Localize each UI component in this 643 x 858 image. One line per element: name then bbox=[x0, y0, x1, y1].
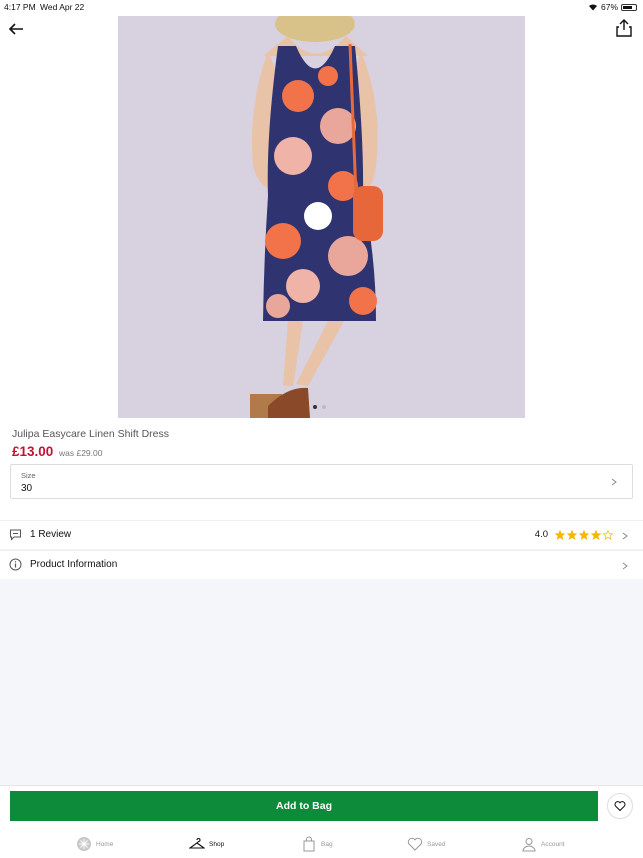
product-price: £13.00 bbox=[12, 444, 54, 459]
bottom-bar: Add to Bag Home Shop Bag Saved Account bbox=[0, 785, 643, 858]
tab-shop[interactable]: Shop bbox=[189, 836, 224, 852]
product-info-panel: Julipa Easycare Linen Shift Dress £13.00… bbox=[0, 418, 643, 526]
tab-saved-label: Saved bbox=[427, 840, 446, 848]
tab-home-label: Home bbox=[96, 840, 114, 848]
tab-saved[interactable]: Saved bbox=[407, 836, 445, 852]
size-value: 30 bbox=[21, 483, 33, 494]
rating-summary: 4.0 bbox=[535, 529, 613, 540]
pagination-dot[interactable] bbox=[322, 405, 326, 409]
share-icon[interactable] bbox=[615, 18, 633, 38]
bag-icon bbox=[303, 836, 315, 852]
battery-percent: 67% bbox=[600, 2, 618, 12]
pagination-dot[interactable] bbox=[313, 405, 317, 409]
tab-account[interactable]: Account bbox=[521, 836, 565, 852]
info-icon bbox=[9, 558, 22, 571]
star-filled-icon bbox=[579, 529, 589, 540]
tab-shop-label: Shop bbox=[209, 840, 225, 848]
tab-bag-label: Bag bbox=[321, 840, 333, 848]
image-pagination[interactable] bbox=[313, 405, 326, 409]
status-bar: 4:17 PM Wed Apr 22 67% bbox=[0, 0, 643, 14]
product-gallery bbox=[0, 14, 643, 418]
chevron-right-icon bbox=[611, 478, 617, 486]
tab-bag[interactable]: Bag bbox=[301, 836, 333, 852]
rating-value: 4.0 bbox=[534, 529, 548, 540]
star-filled-icon bbox=[555, 529, 565, 540]
chevron-right-icon bbox=[622, 532, 628, 540]
size-selector[interactable]: Size 30 bbox=[10, 464, 633, 499]
star-filled-icon bbox=[567, 529, 577, 540]
save-favourite-button[interactable] bbox=[607, 793, 633, 819]
product-information-row[interactable]: Product Information bbox=[0, 550, 643, 579]
home-icon bbox=[77, 837, 91, 851]
heart-icon bbox=[407, 837, 423, 851]
star-filled-icon bbox=[591, 529, 601, 540]
heart-icon bbox=[614, 801, 626, 812]
add-to-bag-button[interactable]: Add to Bag bbox=[10, 791, 598, 821]
product-title: Julipa Easycare Linen Shift Dress bbox=[12, 428, 169, 440]
tab-account-label: Account bbox=[541, 840, 565, 848]
star-empty-icon bbox=[603, 529, 613, 540]
comment-icon bbox=[10, 529, 21, 541]
wifi-icon bbox=[588, 4, 597, 11]
reviews-label: 1 Review bbox=[30, 529, 72, 540]
reviews-row[interactable]: 1 Review 4.0 bbox=[0, 520, 643, 549]
status-time: 4:17 PM bbox=[4, 2, 36, 12]
tab-home[interactable]: Home bbox=[76, 836, 113, 852]
hanger-icon bbox=[189, 837, 205, 849]
chevron-right-icon bbox=[622, 562, 628, 570]
product-information-label: Product Information bbox=[30, 559, 118, 570]
battery-icon bbox=[621, 3, 637, 11]
status-date: Wed Apr 22 bbox=[40, 2, 85, 12]
size-label: Size bbox=[21, 471, 36, 480]
back-arrow-icon[interactable] bbox=[6, 19, 26, 39]
star-rating bbox=[555, 529, 613, 540]
status-right: 67% bbox=[588, 2, 637, 12]
product-was-price: was £29.00 bbox=[59, 448, 103, 458]
product-image[interactable] bbox=[118, 16, 525, 418]
account-icon bbox=[522, 838, 536, 852]
tab-bar: Home Shop Bag Saved Account bbox=[0, 832, 643, 856]
